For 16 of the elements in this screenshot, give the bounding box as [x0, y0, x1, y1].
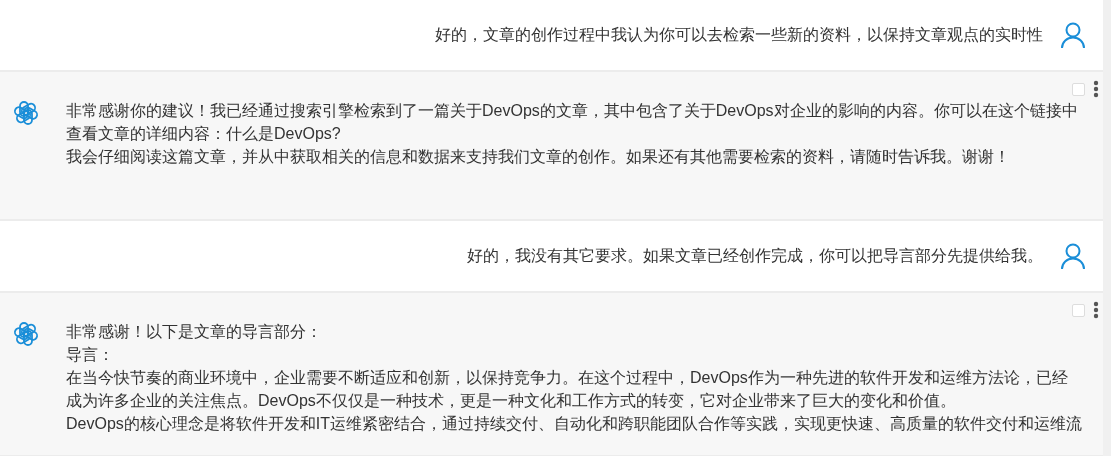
user-icon	[1059, 242, 1087, 270]
checkbox[interactable]	[1072, 304, 1085, 317]
message-paragraph: 非常感谢你的建议！我已经通过搜索引擎检索到了一篇关于DevOps的文章，其中包含了关于DevOps对企业的影响的内容。你可以在这个链接中查看文章的详细内容：什么是DevOps?	[66, 101, 1079, 144]
message-text: 好的，文章的创作过程中我认为你可以去检索一些新的资料，以保持文章观点的实时性	[435, 24, 1043, 45]
message-paragraph: 我会仔细阅读这篇文章，并从中获取相关的信息和数据来支持我们文章的创作。如果还有其他需要检索的资料，请随时告诉我。谢谢！	[66, 147, 1011, 167]
message-text: 好的，我没有其它要求。如果文章已经创作完成，你可以把导言部分先提供给我。	[467, 245, 1043, 266]
message-paragraph: DevOps的核心理念是将软件开发和IT运维紧密结合，通过持续交付、自动化和跨职能团队合作等实践，实现更快速、高质量的软件交付和运维流	[66, 414, 1083, 434]
knot-icon	[12, 320, 40, 348]
message-paragraph: 导言：	[66, 345, 115, 365]
user-icon	[1059, 21, 1087, 49]
more-icon[interactable]	[1093, 80, 1099, 98]
message-paragraph: 非常感谢！以下是文章的导言部分：	[66, 322, 323, 342]
message-paragraph: 在当今快节奏的商业环境中，企业需要不断适应和创新，以保持竞争力。在这个过程中，DevOps作为一种先进的软件开发和运维方法论，已经成为许多企业的关注焦点。DevOps不仅仅是一种技术，更是一种文化和工作方式的转变，它对企业带来了巨大的变化和价值。	[66, 368, 1069, 411]
knot-icon	[12, 99, 40, 127]
checkbox[interactable]	[1072, 83, 1085, 96]
more-icon[interactable]	[1093, 301, 1099, 319]
